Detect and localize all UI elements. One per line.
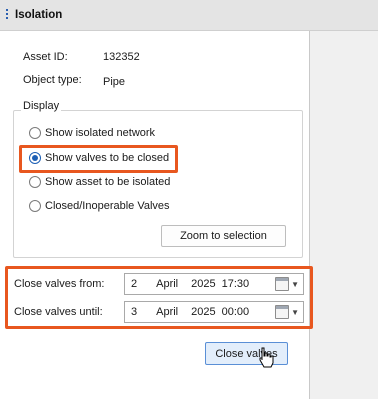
display-group-title: Display <box>21 100 62 112</box>
drag-grip-icon[interactable] <box>5 9 9 23</box>
object-type-value: Pipe <box>103 76 126 88</box>
radio-label: Show isolated network <box>45 127 156 139</box>
radio-closed-inoperable-valves[interactable]: Closed/Inoperable Valves <box>29 196 170 216</box>
until-month[interactable]: April <box>156 306 178 318</box>
close-valves-from-picker[interactable]: 2 April 2025 17:30 ▼ <box>124 273 304 295</box>
radio-label: Show valves to be closed <box>45 152 170 164</box>
until-day[interactable]: 3 <box>131 306 137 318</box>
object-type-label: Object type: <box>23 74 82 86</box>
mouse-pointer-icon <box>258 347 274 372</box>
radio-checked-icon[interactable] <box>29 152 41 164</box>
from-month[interactable]: April <box>156 278 178 290</box>
asset-id-label: Asset ID: <box>23 51 68 63</box>
chevron-down-icon[interactable]: ▼ <box>291 308 299 317</box>
until-year[interactable]: 2025 <box>191 306 215 318</box>
radio-show-valves-to-be-closed[interactable]: Show valves to be closed <box>29 148 169 168</box>
chevron-down-icon[interactable]: ▼ <box>291 280 299 289</box>
close-valves-button[interactable]: Close valves <box>205 342 288 365</box>
radio-label: Show asset to be isolated <box>45 176 171 188</box>
radio-unchecked-icon[interactable] <box>29 200 41 212</box>
close-valves-until-picker[interactable]: 3 April 2025 00:00 ▼ <box>124 301 304 323</box>
from-day[interactable]: 2 <box>131 278 137 290</box>
radio-label: Closed/Inoperable Valves <box>45 200 170 212</box>
calendar-icon[interactable] <box>275 277 290 291</box>
asset-id-value: 132352 <box>103 51 140 63</box>
radio-show-isolated-network[interactable]: Show isolated network <box>29 123 155 143</box>
panel-title: Isolation <box>15 9 63 21</box>
zoom-to-selection-button[interactable]: Zoom to selection <box>161 225 286 247</box>
from-time[interactable]: 17:30 <box>222 278 250 290</box>
until-time[interactable]: 00:00 <box>222 306 250 318</box>
calendar-icon[interactable] <box>275 305 290 319</box>
radio-show-asset-to-be-isolated[interactable]: Show asset to be isolated <box>29 172 170 192</box>
from-year[interactable]: 2025 <box>191 278 215 290</box>
radio-unchecked-icon[interactable] <box>29 176 41 188</box>
close-valves-until-label: Close valves until: <box>14 306 103 318</box>
radio-unchecked-icon[interactable] <box>29 127 41 139</box>
close-valves-from-label: Close valves from: <box>14 278 105 290</box>
